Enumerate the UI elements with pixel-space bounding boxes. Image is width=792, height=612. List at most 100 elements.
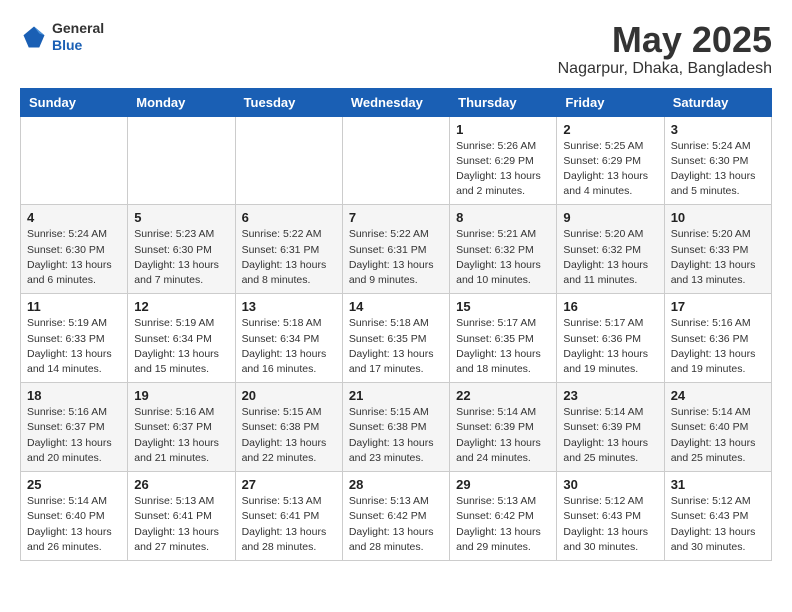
day-number: 4 [27, 210, 121, 225]
day-info: Sunrise: 5:15 AM Sunset: 6:38 PM Dayligh… [349, 405, 443, 466]
day-info: Sunrise: 5:17 AM Sunset: 6:36 PM Dayligh… [563, 316, 657, 377]
day-info: Sunrise: 5:13 AM Sunset: 6:41 PM Dayligh… [134, 494, 228, 555]
day-number: 15 [456, 299, 550, 314]
day-number: 30 [563, 477, 657, 492]
day-info: Sunrise: 5:24 AM Sunset: 6:30 PM Dayligh… [27, 227, 121, 288]
calendar-cell: 13 Sunrise: 5:18 AM Sunset: 6:34 PM Dayli… [235, 294, 342, 383]
day-info: Sunrise: 5:25 AM Sunset: 6:29 PM Dayligh… [563, 139, 657, 200]
calendar-cell: 31Sunrise: 5:12 AM Sunset: 6:43 PM Dayli… [664, 472, 771, 561]
calendar-week-row: 4 Sunrise: 5:24 AM Sunset: 6:30 PM Daylig… [21, 205, 772, 294]
logo: General Blue [20, 20, 104, 54]
day-info: Sunrise: 5:17 AM Sunset: 6:35 PM Dayligh… [456, 316, 550, 377]
day-info: Sunrise: 5:16 AM Sunset: 6:37 PM Dayligh… [27, 405, 121, 466]
weekday-header-friday: Friday [557, 88, 664, 116]
logo-blue-text: Blue [52, 37, 104, 54]
calendar-cell: 24 Sunrise: 5:14 AM Sunset: 6:40 PM Dayli… [664, 383, 771, 472]
logo-icon [20, 23, 48, 51]
day-number: 29 [456, 477, 550, 492]
day-info: Sunrise: 5:19 AM Sunset: 6:33 PM Dayligh… [27, 316, 121, 377]
day-info: Sunrise: 5:18 AM Sunset: 6:34 PM Dayligh… [242, 316, 336, 377]
calendar-cell [235, 116, 342, 205]
calendar-cell: 15 Sunrise: 5:17 AM Sunset: 6:35 PM Dayli… [450, 294, 557, 383]
day-info: Sunrise: 5:20 AM Sunset: 6:32 PM Dayligh… [563, 227, 657, 288]
day-info: Sunrise: 5:22 AM Sunset: 6:31 PM Dayligh… [349, 227, 443, 288]
day-info: Sunrise: 5:13 AM Sunset: 6:42 PM Dayligh… [456, 494, 550, 555]
day-number: 5 [134, 210, 228, 225]
weekday-header-tuesday: Tuesday [235, 88, 342, 116]
calendar-cell: 10 Sunrise: 5:20 AM Sunset: 6:33 PM Dayli… [664, 205, 771, 294]
day-info: Sunrise: 5:23 AM Sunset: 6:30 PM Dayligh… [134, 227, 228, 288]
day-number: 26 [134, 477, 228, 492]
calendar-cell: 23Sunrise: 5:14 AM Sunset: 6:39 PM Dayli… [557, 383, 664, 472]
title-block: May 2025 Nagarpur, Dhaka, Bangladesh [558, 20, 772, 78]
weekday-header-thursday: Thursday [450, 88, 557, 116]
location-title: Nagarpur, Dhaka, Bangladesh [558, 60, 772, 78]
calendar-cell: 17 Sunrise: 5:16 AM Sunset: 6:36 PM Dayli… [664, 294, 771, 383]
calendar-week-row: 18 Sunrise: 5:16 AM Sunset: 6:37 PM Dayli… [21, 383, 772, 472]
day-number: 24 [671, 388, 765, 403]
calendar-cell: 8 Sunrise: 5:21 AM Sunset: 6:32 PM Daylig… [450, 205, 557, 294]
calendar-table: SundayMondayTuesdayWednesdayThursdayFrid… [20, 88, 772, 561]
day-number: 27 [242, 477, 336, 492]
day-number: 22 [456, 388, 550, 403]
day-number: 11 [27, 299, 121, 314]
day-number: 2 [563, 122, 657, 137]
calendar-week-row: 1Sunrise: 5:26 AM Sunset: 6:29 PM Daylig… [21, 116, 772, 205]
calendar-cell: 14 Sunrise: 5:18 AM Sunset: 6:35 PM Dayli… [342, 294, 449, 383]
day-info: Sunrise: 5:12 AM Sunset: 6:43 PM Dayligh… [671, 494, 765, 555]
day-number: 8 [456, 210, 550, 225]
calendar-cell: 12Sunrise: 5:19 AM Sunset: 6:34 PM Dayli… [128, 294, 235, 383]
day-info: Sunrise: 5:13 AM Sunset: 6:41 PM Dayligh… [242, 494, 336, 555]
calendar-cell: 5 Sunrise: 5:23 AM Sunset: 6:30 PM Daylig… [128, 205, 235, 294]
day-number: 25 [27, 477, 121, 492]
day-number: 10 [671, 210, 765, 225]
day-number: 3 [671, 122, 765, 137]
day-number: 12 [134, 299, 228, 314]
calendar-cell: 27 Sunrise: 5:13 AM Sunset: 6:41 PM Dayli… [235, 472, 342, 561]
day-number: 1 [456, 122, 550, 137]
day-info: Sunrise: 5:21 AM Sunset: 6:32 PM Dayligh… [456, 227, 550, 288]
calendar-cell: 25Sunrise: 5:14 AM Sunset: 6:40 PM Dayli… [21, 472, 128, 561]
calendar-cell: 1Sunrise: 5:26 AM Sunset: 6:29 PM Daylig… [450, 116, 557, 205]
calendar-cell: 7 Sunrise: 5:22 AM Sunset: 6:31 PM Daylig… [342, 205, 449, 294]
calendar-cell: 2 Sunrise: 5:25 AM Sunset: 6:29 PM Daylig… [557, 116, 664, 205]
calendar-cell: 9 Sunrise: 5:20 AM Sunset: 6:32 PM Daylig… [557, 205, 664, 294]
day-number: 17 [671, 299, 765, 314]
day-number: 7 [349, 210, 443, 225]
day-number: 14 [349, 299, 443, 314]
calendar-cell: 26 Sunrise: 5:13 AM Sunset: 6:41 PM Dayli… [128, 472, 235, 561]
calendar-cell: 30 Sunrise: 5:12 AM Sunset: 6:43 PM Dayli… [557, 472, 664, 561]
day-info: Sunrise: 5:16 AM Sunset: 6:36 PM Dayligh… [671, 316, 765, 377]
calendar-cell: 6Sunrise: 5:22 AM Sunset: 6:31 PM Daylig… [235, 205, 342, 294]
day-number: 18 [27, 388, 121, 403]
day-info: Sunrise: 5:16 AM Sunset: 6:37 PM Dayligh… [134, 405, 228, 466]
day-info: Sunrise: 5:18 AM Sunset: 6:35 PM Dayligh… [349, 316, 443, 377]
day-number: 28 [349, 477, 443, 492]
calendar-week-row: 25Sunrise: 5:14 AM Sunset: 6:40 PM Dayli… [21, 472, 772, 561]
day-info: Sunrise: 5:15 AM Sunset: 6:38 PM Dayligh… [242, 405, 336, 466]
weekday-header-saturday: Saturday [664, 88, 771, 116]
logo-general-text: General [52, 20, 104, 37]
day-number: 23 [563, 388, 657, 403]
calendar-cell: 19Sunrise: 5:16 AM Sunset: 6:37 PM Dayli… [128, 383, 235, 472]
calendar-cell: 28 Sunrise: 5:13 AM Sunset: 6:42 PM Dayli… [342, 472, 449, 561]
calendar-cell: 29 Sunrise: 5:13 AM Sunset: 6:42 PM Dayli… [450, 472, 557, 561]
day-number: 9 [563, 210, 657, 225]
day-info: Sunrise: 5:22 AM Sunset: 6:31 PM Dayligh… [242, 227, 336, 288]
day-info: Sunrise: 5:13 AM Sunset: 6:42 PM Dayligh… [349, 494, 443, 555]
weekday-header-sunday: Sunday [21, 88, 128, 116]
calendar-cell [21, 116, 128, 205]
day-info: Sunrise: 5:20 AM Sunset: 6:33 PM Dayligh… [671, 227, 765, 288]
calendar-cell: 22Sunrise: 5:14 AM Sunset: 6:39 PM Dayli… [450, 383, 557, 472]
day-number: 13 [242, 299, 336, 314]
day-info: Sunrise: 5:14 AM Sunset: 6:40 PM Dayligh… [671, 405, 765, 466]
month-title: May 2025 [558, 20, 772, 60]
calendar-cell: 11 Sunrise: 5:19 AM Sunset: 6:33 PM Dayli… [21, 294, 128, 383]
day-info: Sunrise: 5:24 AM Sunset: 6:30 PM Dayligh… [671, 139, 765, 200]
calendar-cell: 16 Sunrise: 5:17 AM Sunset: 6:36 PM Dayli… [557, 294, 664, 383]
calendar-week-row: 11 Sunrise: 5:19 AM Sunset: 6:33 PM Dayli… [21, 294, 772, 383]
day-number: 16 [563, 299, 657, 314]
day-info: Sunrise: 5:12 AM Sunset: 6:43 PM Dayligh… [563, 494, 657, 555]
weekday-header-monday: Monday [128, 88, 235, 116]
calendar-cell: 18 Sunrise: 5:16 AM Sunset: 6:37 PM Dayli… [21, 383, 128, 472]
